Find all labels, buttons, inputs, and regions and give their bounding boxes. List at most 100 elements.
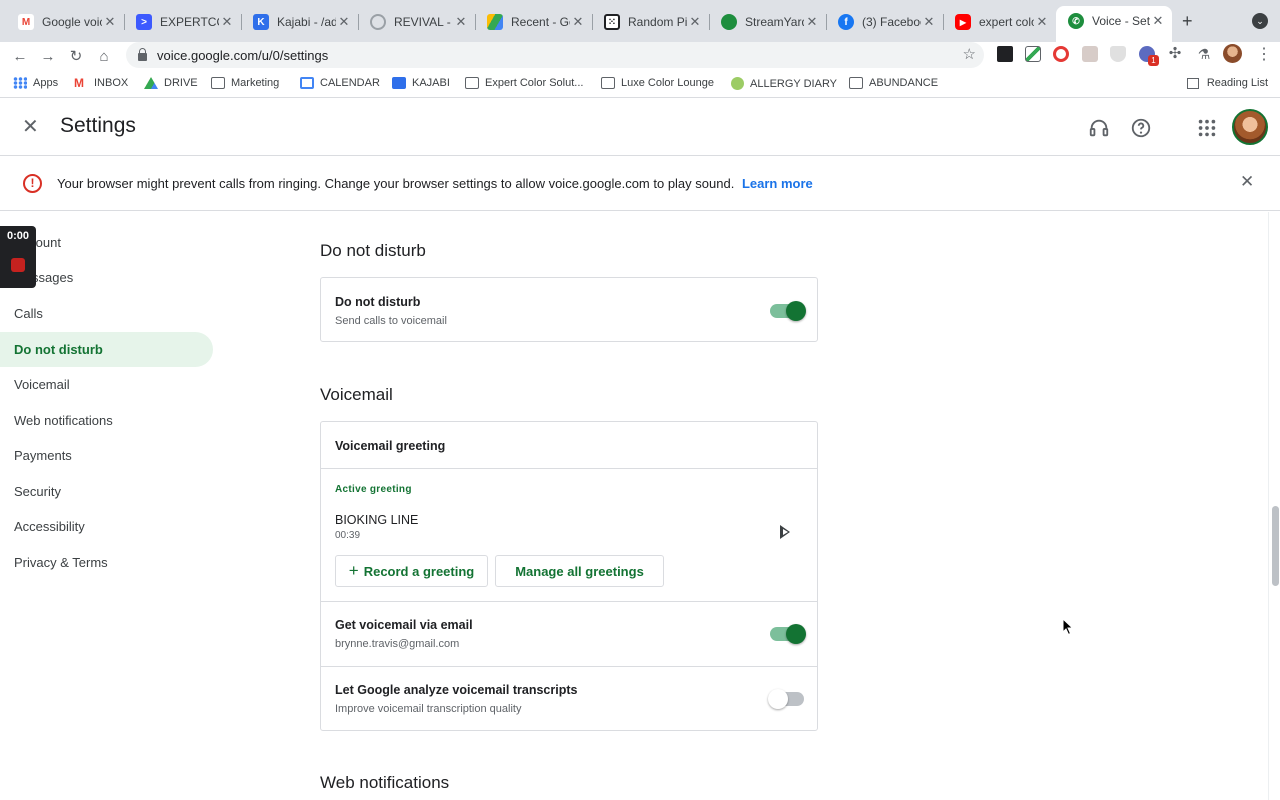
reload-icon[interactable]: ↻ <box>66 47 86 67</box>
bookmark-luxe-color[interactable]: Luxe Color Lounge <box>601 77 714 89</box>
dice-icon: ⁙ <box>604 14 620 30</box>
loading-icon <box>370 14 386 30</box>
sidebar-item-payments[interactable]: Payments <box>0 438 213 473</box>
tab-title: Recent - Google <box>511 15 570 29</box>
bookmark-kajabi[interactable]: KAJABI <box>392 77 450 89</box>
back-arrow-icon[interactable]: ← <box>10 47 30 67</box>
flask-icon[interactable]: ⚗ <box>1196 46 1212 62</box>
sidebar-item-privacy-terms[interactable]: Privacy & Terms <box>0 545 213 580</box>
tab-close-icon[interactable]: ✕ <box>687 14 703 30</box>
browser-tab[interactable]: f (3) Facebook ✕ <box>826 8 944 36</box>
extension-badge-icon[interactable]: 1 <box>1139 46 1159 66</box>
record-greeting-button[interactable]: + Record a greeting <box>335 555 488 587</box>
browser-tab[interactable]: K Kajabi - /admin ✕ <box>241 8 359 36</box>
account-avatar[interactable] <box>1232 109 1268 145</box>
analyze-transcripts-toggle[interactable] <box>768 689 804 709</box>
browser-profile-avatar[interactable] <box>1223 44 1242 63</box>
gmail-icon: M <box>74 76 84 90</box>
voicemail-greeting-header: Voicemail greeting <box>335 439 446 453</box>
apps-grid-icon[interactable] <box>1196 117 1218 139</box>
tab-close-icon[interactable]: ✕ <box>570 14 586 30</box>
browser-tab[interactable]: REVIVAL - Exp ✕ <box>358 8 476 36</box>
manage-greetings-button[interactable]: Manage all greetings <box>495 555 664 587</box>
opera-extension-icon[interactable] <box>1053 46 1069 62</box>
sidebar-item-do-not-disturb[interactable]: Do not disturb <box>0 332 213 367</box>
drive-icon <box>487 14 503 30</box>
browser-tab[interactable]: Recent - Google ✕ <box>475 8 593 36</box>
stop-recording-icon[interactable] <box>11 258 25 272</box>
voicemail-email-toggle[interactable] <box>770 624 806 644</box>
settings-header: ✕ Settings <box>0 99 1280 156</box>
puzzle-icon[interactable]: ✣ <box>1167 46 1183 62</box>
tab-search-icon[interactable]: ⌄ <box>1252 13 1268 29</box>
bookmark-inbox[interactable]: M INBOX <box>74 77 128 89</box>
extension-pen-icon[interactable] <box>1025 46 1041 62</box>
close-settings-icon[interactable]: ✕ <box>22 114 39 139</box>
tab-close-icon[interactable]: ✕ <box>336 14 352 30</box>
bookmark-expert-color[interactable]: Expert Color Solut... <box>465 77 583 89</box>
sidebar-item-security[interactable]: Security <box>0 474 213 509</box>
tab-close-icon[interactable]: ✕ <box>921 14 937 30</box>
extension-grey-icon[interactable] <box>1082 46 1098 62</box>
bookmark-abundance[interactable]: ABUNDANCE <box>849 77 938 89</box>
voicemail-email-address: brynne.travis@gmail.com <box>335 638 460 650</box>
dnd-toggle[interactable] <box>770 301 806 321</box>
apps-grid-icon <box>13 77 27 89</box>
sidebar-item-calls[interactable]: Calls <box>0 296 213 331</box>
sidebar-item-web-notifications[interactable]: Web notifications <box>0 403 213 438</box>
home-icon[interactable]: ⌂ <box>94 47 114 67</box>
tab-close-icon[interactable]: ✕ <box>1034 14 1050 30</box>
browser-tab[interactable]: > EXPERTCOLOR ✕ <box>124 8 242 36</box>
tab-close-icon[interactable]: ✕ <box>1150 13 1166 29</box>
browser-menu-icon[interactable]: ⋮ <box>1256 44 1272 64</box>
sidebar-item-accessibility[interactable]: Accessibility <box>0 509 213 544</box>
tab-close-icon[interactable]: ✕ <box>453 14 469 30</box>
bookmark-apps[interactable]: Apps <box>13 77 58 89</box>
address-bar[interactable]: voice.google.com/u/0/settings ☆ <box>126 42 984 68</box>
mouse-cursor-icon <box>1062 618 1074 636</box>
page-scrollbar[interactable] <box>1268 212 1280 800</box>
gmail-icon: M <box>18 14 34 30</box>
forward-arrow-icon[interactable]: → <box>38 47 58 67</box>
reading-list-button[interactable]: Reading List <box>1186 77 1268 89</box>
browser-tab[interactable]: ▶ expert color ✕ <box>943 8 1056 36</box>
dismiss-banner-icon[interactable]: ✕ <box>1240 172 1254 192</box>
bookmark-label: DRIVE <box>164 77 198 89</box>
tab-close-icon[interactable]: ✕ <box>804 14 820 30</box>
learn-more-link[interactable]: Learn more <box>742 176 813 191</box>
shield-icon[interactable] <box>1110 46 1126 62</box>
tab-title: Random Pick <box>628 15 687 29</box>
allergy-icon <box>731 77 744 90</box>
browser-tab[interactable]: StreamYard ✕ <box>709 8 827 36</box>
browser-tab[interactable]: M Google voice ✕ <box>6 8 125 36</box>
play-icon[interactable] <box>780 525 790 539</box>
bookmark-drive[interactable]: DRIVE <box>144 77 198 89</box>
reading-list-label: Reading List <box>1206 77 1268 89</box>
browser-tab[interactable]: ⁙ Random Pick ✕ <box>592 8 710 36</box>
bookmark-calendar[interactable]: CALENDAR <box>300 77 380 89</box>
new-tab-button[interactable]: + <box>1182 11 1193 32</box>
dnd-row-subtitle: Send calls to voicemail <box>335 315 447 327</box>
help-icon[interactable] <box>1130 117 1152 139</box>
expertcolor-icon: > <box>136 14 152 30</box>
bookmark-allergy-diary[interactable]: ALLERGY DIARY <box>731 77 837 90</box>
voicemail-card: Voicemail greeting Active greeting BIOKI… <box>320 421 818 731</box>
sidebar-item-voicemail[interactable]: Voicemail <box>0 367 213 402</box>
calendar-icon <box>300 77 314 89</box>
scrollbar-thumb[interactable] <box>1272 506 1279 586</box>
dnd-card: Do not disturb Send calls to voicemail <box>320 277 818 342</box>
streamyard-icon <box>721 14 737 30</box>
bookmark-star-icon[interactable]: ☆ <box>963 45 976 63</box>
bookmark-marketing[interactable]: Marketing <box>211 77 279 89</box>
headset-icon[interactable] <box>1088 117 1110 139</box>
warning-banner: ! Your browser might prevent calls from … <box>0 156 1280 211</box>
browser-tab-active[interactable]: ✆ Voice - Settings ✕ <box>1056 6 1172 42</box>
extension-bookmark-icon[interactable] <box>997 46 1013 62</box>
tab-close-icon[interactable]: ✕ <box>219 14 235 30</box>
tab-title: Kajabi - /admin <box>277 15 336 29</box>
tab-close-icon[interactable]: ✕ <box>102 14 118 30</box>
greeting-name: BIOKING LINE <box>335 513 419 527</box>
tab-title: Voice - Settings <box>1092 14 1150 28</box>
dnd-row-title: Do not disturb <box>335 295 421 309</box>
analyze-transcripts-subtitle: Improve voicemail transcription quality <box>335 703 522 715</box>
